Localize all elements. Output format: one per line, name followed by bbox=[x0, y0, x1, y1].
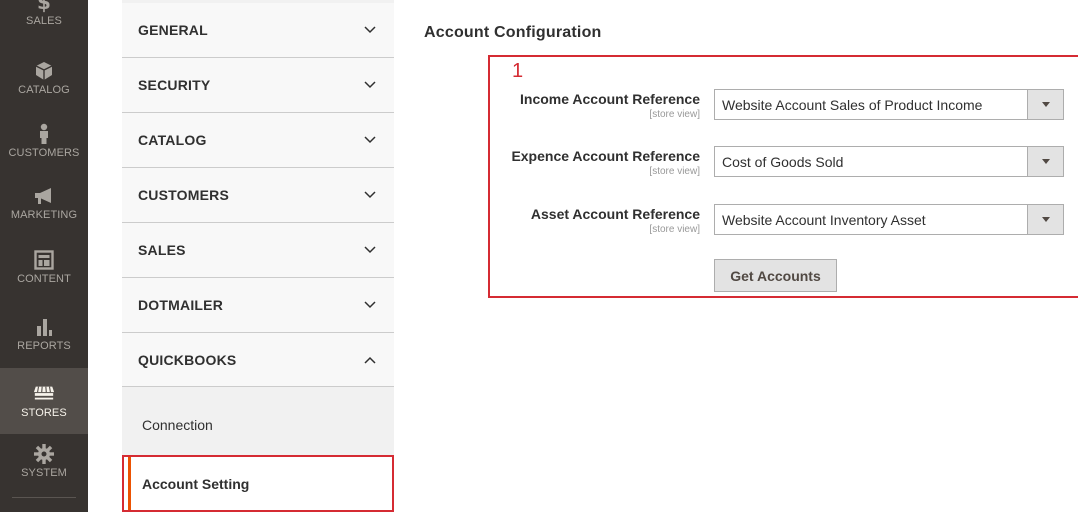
tab-sales[interactable]: SALES bbox=[122, 223, 394, 278]
nav-catalog-label: CATALOG bbox=[18, 84, 70, 96]
bar-chart-icon bbox=[33, 316, 55, 338]
box-icon bbox=[33, 60, 55, 82]
chevron-down-icon bbox=[364, 246, 376, 254]
chevron-down-icon bbox=[364, 81, 376, 89]
dropdown-arrow-icon[interactable] bbox=[1027, 147, 1063, 176]
expence-account-label: Expence Account Reference bbox=[511, 148, 700, 164]
subtab-account-setting[interactable]: Account Setting bbox=[122, 455, 394, 512]
tab-quickbooks-label: QUICKBOOKS bbox=[138, 351, 237, 368]
layout-icon bbox=[33, 249, 55, 271]
nav-marketing-label: MARKETING bbox=[10, 209, 78, 221]
nav-customers-label: CUSTOMERS bbox=[8, 147, 80, 159]
nav-reports-label: REPORTS bbox=[17, 340, 71, 352]
nav-reports[interactable]: REPORTS bbox=[0, 303, 88, 365]
subtab-connection[interactable]: Connection bbox=[122, 394, 394, 456]
nav-customers[interactable]: CUSTOMERS bbox=[0, 110, 88, 172]
tab-general[interactable]: GENERAL bbox=[122, 3, 394, 58]
nav-content-label: CONTENT bbox=[17, 273, 71, 285]
tab-customers-label: CUSTOMERS bbox=[138, 187, 229, 203]
income-account-value: Website Account Sales of Product Income bbox=[722, 96, 983, 113]
nav-stores[interactable]: STORES bbox=[0, 368, 88, 434]
nav-system[interactable]: SYSTEM bbox=[0, 430, 88, 492]
income-account-scope: [store view] bbox=[649, 109, 700, 120]
asset-account-select[interactable]: Website Account Inventory Asset bbox=[714, 204, 1064, 235]
dropdown-arrow-icon[interactable] bbox=[1027, 205, 1063, 234]
expence-account-scope: [store view] bbox=[649, 166, 700, 177]
chevron-down-icon bbox=[364, 136, 376, 144]
income-account-label: Income Account Reference bbox=[520, 91, 700, 107]
subtab-connection-label: Connection bbox=[142, 417, 213, 433]
tab-general-label: GENERAL bbox=[138, 22, 208, 38]
subtab-account-setting-label: Account Setting bbox=[142, 475, 250, 492]
asset-account-label: Asset Account Reference bbox=[530, 206, 700, 222]
tab-customers[interactable]: CUSTOMERS bbox=[122, 168, 394, 223]
tab-dotmailer[interactable]: DOTMAILER bbox=[122, 278, 394, 333]
nav-catalog[interactable]: CATALOG bbox=[0, 47, 88, 109]
chevron-down-icon bbox=[364, 26, 376, 34]
tab-quickbooks[interactable]: QUICKBOOKS bbox=[122, 333, 394, 387]
tab-catalog-label: CATALOG bbox=[138, 132, 207, 148]
svg-text:$: $ bbox=[37, 0, 51, 13]
person-icon bbox=[33, 123, 55, 145]
nav-sales-label: SALES bbox=[26, 15, 62, 27]
tab-sales-label: SALES bbox=[138, 242, 186, 258]
get-accounts-button[interactable]: Get Accounts bbox=[714, 259, 837, 292]
dropdown-arrow-icon[interactable] bbox=[1027, 90, 1063, 119]
gear-icon bbox=[33, 443, 55, 465]
asset-account-value: Website Account Inventory Asset bbox=[722, 211, 926, 228]
callout-marker: 1 bbox=[512, 60, 524, 82]
asset-account-scope: [store view] bbox=[649, 224, 700, 235]
storefront-icon bbox=[33, 383, 55, 405]
config-tabs: GENERAL SECURITY CATALOG CUSTOMERS SALES… bbox=[122, 0, 394, 512]
nav-stores-label: STORES bbox=[21, 407, 67, 419]
expence-account-select[interactable]: Cost of Goods Sold bbox=[714, 146, 1064, 177]
nav-sales[interactable]: $ SALES bbox=[0, 0, 88, 40]
tab-dotmailer-label: DOTMAILER bbox=[138, 297, 224, 313]
megaphone-icon bbox=[33, 185, 55, 207]
nav-system-label: SYSTEM bbox=[21, 467, 67, 479]
chevron-down-icon bbox=[364, 301, 376, 309]
tab-security-label: SECURITY bbox=[138, 77, 211, 93]
nav-marketing[interactable]: MARKETING bbox=[0, 172, 88, 234]
expence-account-value: Cost of Goods Sold bbox=[722, 153, 844, 170]
chevron-up-icon bbox=[364, 356, 376, 364]
dollar-icon: $ bbox=[33, 0, 55, 13]
income-account-select[interactable]: Website Account Sales of Product Income bbox=[714, 89, 1064, 120]
tab-security[interactable]: SECURITY bbox=[122, 58, 394, 113]
section-title: Account Configuration bbox=[424, 24, 602, 41]
tab-catalog[interactable]: CATALOG bbox=[122, 113, 394, 168]
nav-content[interactable]: CONTENT bbox=[0, 236, 88, 298]
nav-divider bbox=[12, 497, 76, 498]
chevron-down-icon bbox=[364, 191, 376, 199]
admin-nav: $ SALES CATALOG CUSTOMERS MARKETING CONT… bbox=[0, 0, 88, 512]
